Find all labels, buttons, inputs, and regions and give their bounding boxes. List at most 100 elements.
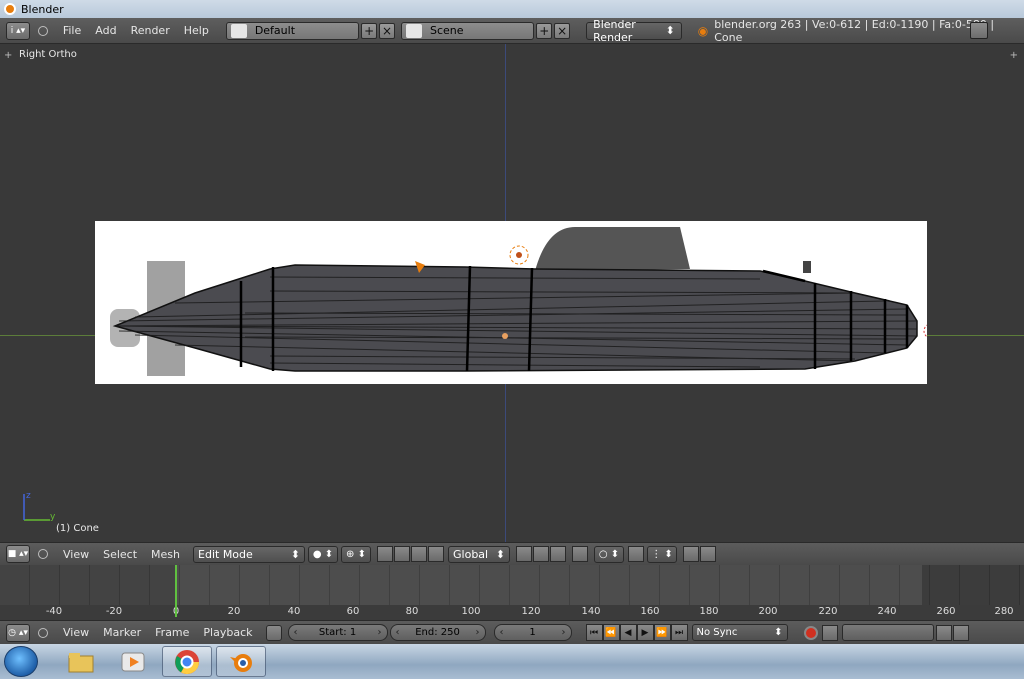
occlude-geometry-icon[interactable] bbox=[572, 546, 589, 562]
collapse-menu-icon[interactable] bbox=[38, 627, 48, 638]
menu-frame[interactable]: Frame bbox=[148, 626, 196, 639]
viewport-split-corner-icon-right[interactable]: + bbox=[1010, 50, 1018, 61]
render-animation-icon[interactable] bbox=[700, 546, 717, 562]
view3d-menu: View Select Mesh bbox=[56, 548, 187, 561]
collapse-menu-icon[interactable] bbox=[38, 549, 48, 559]
menu-render[interactable]: Render bbox=[124, 24, 177, 37]
interaction-mode-dropdown[interactable]: Edit Mode ⬍ bbox=[193, 545, 306, 563]
jump-to-prev-keyframe-icon[interactable]: ⏪ bbox=[602, 624, 620, 641]
play-reverse-icon[interactable]: ◀ bbox=[619, 624, 637, 641]
layout-icon bbox=[230, 23, 247, 38]
collapse-menu-icon[interactable] bbox=[37, 25, 48, 36]
rotate-manipulator-icon[interactable] bbox=[411, 546, 428, 562]
timeline-tick: 80 bbox=[405, 606, 419, 617]
timeline-tick: 20 bbox=[227, 606, 241, 617]
menu-select[interactable]: Select bbox=[96, 548, 144, 561]
editor-type-info-icon[interactable]: i ▴▾ bbox=[6, 21, 30, 40]
submarine-mesh[interactable] bbox=[95, 221, 939, 384]
face-select-mode-icon[interactable] bbox=[550, 546, 567, 562]
current-frame-cursor[interactable] bbox=[175, 565, 177, 617]
timeline-tick: 40 bbox=[287, 606, 301, 617]
menu-add[interactable]: Add bbox=[88, 24, 123, 37]
timeline-before-start-shade bbox=[0, 565, 175, 605]
dropdown-arrows-icon: ⬍ bbox=[665, 24, 675, 37]
menu-help[interactable]: Help bbox=[177, 24, 216, 37]
play-icon[interactable]: ▶ bbox=[636, 624, 654, 641]
render-preview-icon[interactable] bbox=[683, 546, 700, 562]
timeline-editor[interactable]: -40 -20 0 20 40 60 80 100 120 140 160 18… bbox=[0, 565, 1024, 620]
timeline-tick: 60 bbox=[346, 606, 360, 617]
current-frame-field[interactable]: 1 bbox=[493, 624, 572, 641]
insert-keyframe-icon[interactable] bbox=[935, 624, 952, 641]
scene-field[interactable]: Scene bbox=[400, 21, 535, 40]
timeline-tick: -40 bbox=[45, 606, 63, 617]
jump-to-next-keyframe-icon[interactable]: ⏩ bbox=[653, 624, 671, 641]
timeline-ruler[interactable] bbox=[0, 605, 1024, 620]
jump-to-end-icon[interactable]: ⏭ bbox=[670, 624, 688, 641]
add-scene-button[interactable]: + bbox=[536, 22, 553, 39]
menu-view[interactable]: View bbox=[56, 626, 96, 639]
end-frame-field[interactable]: End: 250 bbox=[389, 624, 486, 641]
timeline-tick: 220 bbox=[818, 606, 838, 617]
dropdown-arrows-icon: ⬍ bbox=[774, 627, 783, 638]
start-frame-field[interactable]: Start: 1 bbox=[287, 624, 388, 641]
jump-to-start-icon[interactable]: ⏮ bbox=[585, 624, 603, 641]
background-reference-image bbox=[95, 221, 939, 384]
info-menu: File Add Render Help bbox=[56, 24, 216, 37]
menu-file[interactable]: File bbox=[56, 24, 88, 37]
add-screen-button[interactable]: + bbox=[361, 22, 378, 39]
pivot-point-dropdown[interactable]: ⊕ ⬍ bbox=[341, 545, 372, 563]
vertex-select-mode-icon[interactable] bbox=[516, 546, 533, 562]
edge-select-mode-icon[interactable] bbox=[533, 546, 550, 562]
menu-playback[interactable]: Playback bbox=[196, 626, 259, 639]
3d-view-header: ■ ▴▾ View Select Mesh Edit Mode ⬍ ● ⬍ ⊕ … bbox=[0, 542, 1024, 565]
viewport-split-corner-icon[interactable]: + bbox=[4, 50, 12, 61]
dropdown-arrows-icon: ⬍ bbox=[290, 547, 301, 561]
media-player-taskbar-icon[interactable] bbox=[108, 646, 158, 677]
remove-screen-button[interactable]: × bbox=[379, 22, 395, 39]
menu-mesh[interactable]: Mesh bbox=[144, 548, 187, 561]
windows-start-button[interactable] bbox=[4, 646, 38, 677]
mode-value: Edit Mode bbox=[198, 547, 253, 561]
timeline-header: ◷ ▴▾ View Marker Frame Playback Start: 1… bbox=[0, 620, 1024, 644]
transform-orientation-dropdown[interactable]: Global ⬍ bbox=[448, 545, 511, 563]
viewport-shading-dropdown[interactable]: ● ⬍ bbox=[308, 545, 339, 563]
menu-marker[interactable]: Marker bbox=[96, 626, 148, 639]
manipulator-toggle-icon[interactable] bbox=[377, 546, 394, 562]
active-keying-set-field[interactable] bbox=[841, 624, 934, 641]
timeline-tick: 260 bbox=[936, 606, 956, 617]
proportional-edit-dropdown[interactable]: ○ ⬍ bbox=[594, 545, 625, 563]
render-engine-dropdown[interactable]: Blender Render ⬍ bbox=[586, 18, 682, 44]
keying-set-icon[interactable] bbox=[821, 624, 838, 641]
blender-taskbar-icon[interactable] bbox=[216, 646, 266, 677]
timeline-after-end-shade bbox=[922, 565, 1024, 605]
auto-keying-record-icon[interactable] bbox=[803, 625, 818, 640]
menu-view[interactable]: View bbox=[56, 548, 96, 561]
3d-viewport[interactable]: + Right Ortho + y z (1) Cone bbox=[0, 44, 1024, 542]
chrome-taskbar-icon[interactable] bbox=[162, 646, 212, 677]
editor-type-timeline-icon[interactable]: ◷ ▴▾ bbox=[6, 623, 30, 642]
preview-range-icon[interactable] bbox=[265, 624, 282, 641]
remove-scene-button[interactable]: × bbox=[554, 22, 571, 39]
translate-manipulator-icon[interactable] bbox=[394, 546, 411, 562]
snap-element-dropdown[interactable]: ⋮ ⬍ bbox=[647, 545, 678, 563]
end-frame-value: End: 250 bbox=[415, 627, 460, 638]
fullscreen-toggle-button[interactable] bbox=[970, 22, 988, 39]
delete-keyframe-icon[interactable] bbox=[952, 624, 969, 641]
scene-icon bbox=[405, 23, 422, 38]
timeline-tick: 180 bbox=[699, 606, 719, 617]
timeline-tick: -20 bbox=[105, 606, 123, 617]
dropdown-arrows-icon: ⬍ bbox=[495, 547, 506, 561]
snap-toggle-icon[interactable] bbox=[628, 546, 645, 562]
start-frame-value: Start: 1 bbox=[318, 627, 357, 638]
orientation-value: Global bbox=[453, 547, 489, 561]
timeline-tick: 160 bbox=[640, 606, 660, 617]
blender-window: Blender i ▴▾ File Add Render Help Defaul… bbox=[0, 0, 1024, 679]
screen-layout-value: Default bbox=[254, 24, 296, 37]
screen-layout-field[interactable]: Default bbox=[225, 21, 360, 40]
editor-type-3dview-icon[interactable]: ■ ▴▾ bbox=[6, 545, 30, 563]
scale-manipulator-icon[interactable] bbox=[428, 546, 445, 562]
file-explorer-taskbar-icon[interactable] bbox=[56, 646, 106, 677]
current-frame-value: 1 bbox=[529, 627, 536, 638]
sync-mode-dropdown[interactable]: No Sync ⬍ bbox=[691, 624, 788, 641]
